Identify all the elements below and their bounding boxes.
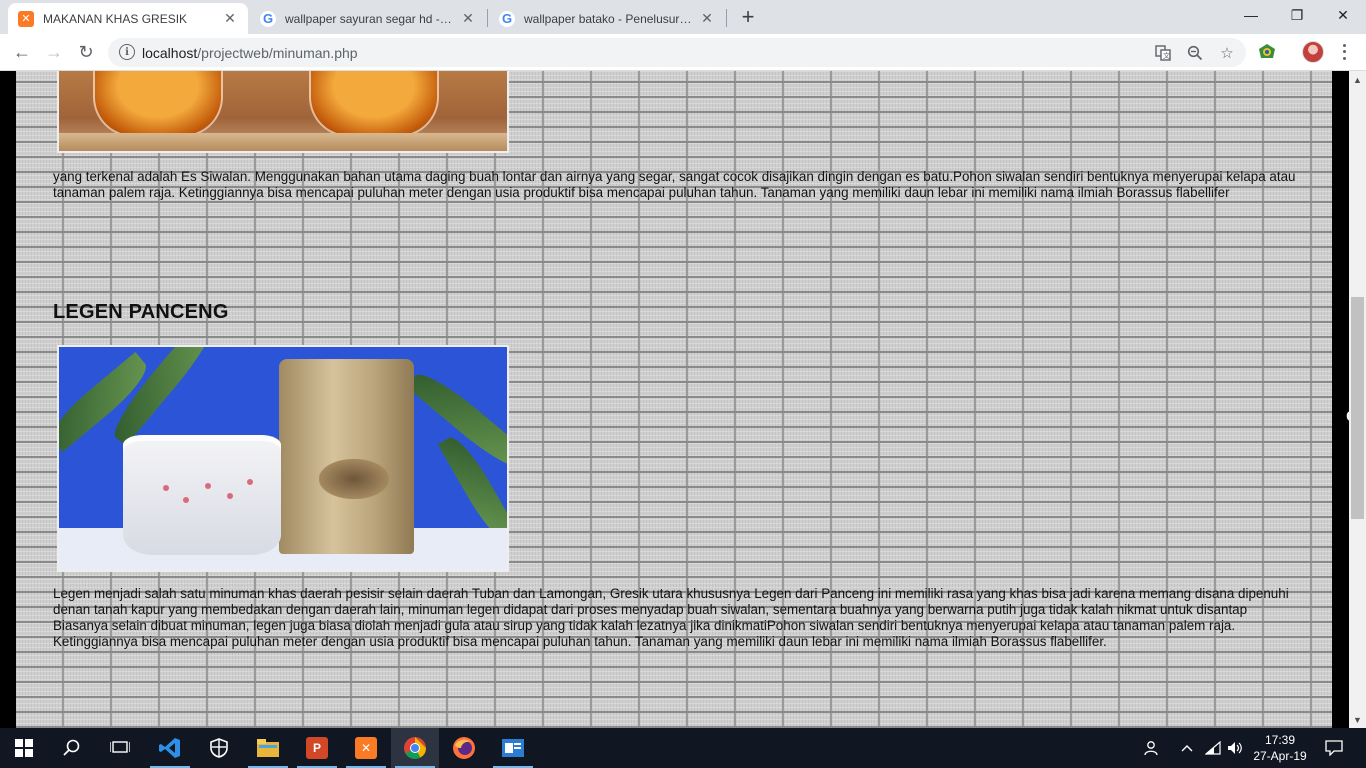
glass-right: [309, 71, 439, 137]
notification-icon[interactable]: [1322, 728, 1346, 768]
search-icon[interactable]: [48, 728, 96, 768]
legen-panceng-heading: LEGEN PANCENG: [53, 301, 229, 323]
tab-title: MAKANAN KHAS GRESIK: [43, 11, 188, 26]
windows-taskbar: P ✕ 17:39 27-Apr-19: [0, 728, 1366, 768]
page-content: yang terkenal adalah Es Siwalan. Menggun…: [16, 71, 1332, 728]
firefox-icon[interactable]: [440, 728, 488, 768]
minimize-button[interactable]: —: [1228, 0, 1274, 30]
menu-icon[interactable]: [1336, 42, 1352, 62]
flower-pattern: [183, 497, 189, 503]
zoom-icon[interactable]: [1184, 42, 1206, 64]
clock-time: 17:39: [1264, 733, 1296, 747]
tab-wallpaper-batako[interactable]: G wallpaper batako - Penelusuran G ✕: [489, 3, 725, 34]
tab-divider: [726, 9, 727, 27]
star-icon[interactable]: ☆: [1216, 42, 1238, 64]
app-icon[interactable]: [489, 728, 537, 768]
profile-avatar[interactable]: [1302, 41, 1324, 63]
tab-wallpaper-sayuran[interactable]: G wallpaper sayuran segar hd - Pen ✕: [250, 3, 486, 34]
security-icon[interactable]: [195, 728, 243, 768]
ceramic-cup: [123, 435, 281, 555]
start-icon[interactable]: [0, 728, 48, 768]
vscode-icon[interactable]: [146, 728, 194, 768]
bamboo-container: [279, 359, 414, 554]
tab-makanan-khas-gresik[interactable]: ✕ MAKANAN KHAS GRESIK ✕: [8, 3, 248, 34]
svg-text:文: 文: [1163, 51, 1170, 60]
table-surface: [59, 133, 507, 151]
task-view-icon[interactable]: [96, 728, 144, 768]
tab-divider: [487, 9, 488, 27]
window-close-button[interactable]: ✕: [1320, 0, 1366, 30]
tab-title: wallpaper batako - Penelusuran G: [524, 11, 693, 26]
new-tab-button[interactable]: +: [738, 4, 758, 29]
forward-button[interactable]: →: [40, 38, 68, 66]
chevron-up-icon[interactable]: [1176, 728, 1198, 768]
people-icon[interactable]: [1140, 728, 1164, 768]
reload-button[interactable]: ↻: [72, 38, 100, 66]
scroll-down-arrow[interactable]: ▼: [1349, 711, 1366, 728]
xampp-icon: ✕: [18, 10, 34, 27]
xampp-icon[interactable]: ✕: [342, 728, 390, 768]
address-bar[interactable]: i localhost/projectweb/minuman.php 文 ☆: [108, 38, 1246, 67]
volume-icon[interactable]: [1224, 728, 1246, 768]
scroll-thumb[interactable]: [1351, 297, 1364, 519]
flower-pattern: [163, 485, 169, 491]
page-viewport: yang terkenal adalah Es Siwalan. Menggun…: [0, 71, 1366, 728]
google-icon: G: [260, 10, 276, 27]
chrome-icon[interactable]: [391, 728, 439, 768]
scroll-up-arrow[interactable]: ▲: [1349, 71, 1366, 88]
url-path: /projectweb/minuman.php: [197, 45, 358, 61]
info-icon[interactable]: i: [119, 44, 135, 60]
system-clock[interactable]: 17:39 27-Apr-19: [1246, 732, 1314, 764]
vertical-scrollbar[interactable]: ▲ ▼: [1349, 71, 1366, 728]
network-icon[interactable]: [1202, 728, 1224, 768]
es-siwalan-description: yang terkenal adalah Es Siwalan. Menggun…: [53, 169, 1296, 200]
translate-icon[interactable]: 文: [1152, 42, 1174, 64]
google-icon: G: [499, 10, 515, 27]
clock-date: 27-Apr-19: [1253, 749, 1307, 763]
powerpoint-icon[interactable]: P: [293, 728, 341, 768]
file-explorer-icon[interactable]: [244, 728, 292, 768]
close-icon[interactable]: ✕: [222, 10, 238, 27]
tab-title: wallpaper sayuran segar hd - Pen: [285, 11, 454, 26]
legen-panceng-image: [57, 345, 509, 572]
bamboo-node: [319, 459, 389, 499]
flower-pattern: [247, 479, 253, 485]
glass-left: [93, 71, 223, 137]
es-siwalan-image: [57, 71, 509, 153]
extension-icon[interactable]: [1257, 42, 1277, 62]
flower-pattern: [227, 493, 233, 499]
close-icon[interactable]: ✕: [460, 10, 476, 27]
flower-pattern: [205, 483, 211, 489]
back-button[interactable]: ←: [8, 38, 36, 66]
tab-strip: ✕ MAKANAN KHAS GRESIK ✕ G wallpaper sayu…: [0, 0, 1366, 34]
close-icon[interactable]: ✕: [699, 10, 715, 27]
url-host: localhost: [142, 45, 198, 61]
restore-button[interactable]: ❐: [1274, 0, 1320, 30]
legen-panceng-description: Legen menjadi salah satu minuman khas da…: [53, 586, 1289, 649]
address-url[interactable]: localhost/projectweb/minuman.php: [142, 45, 358, 61]
browser-toolbar: ← → ↻ i localhost/projectweb/minuman.php…: [0, 34, 1366, 71]
